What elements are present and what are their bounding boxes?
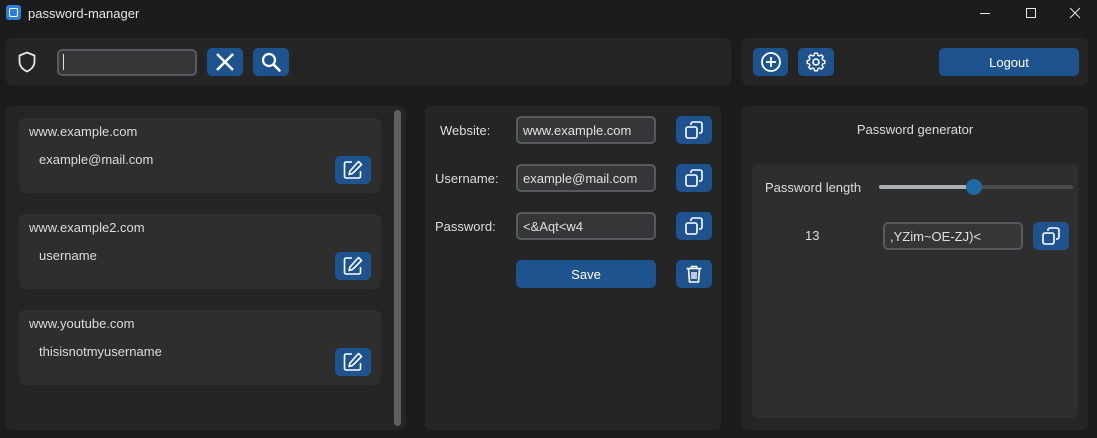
generator-panel: Password generator Password length 13 ,Y…: [742, 106, 1088, 430]
edit-icon: [343, 160, 363, 179]
shield-icon: [17, 51, 37, 73]
list-item[interactable]: www.example2.com username: [19, 214, 381, 289]
edit-icon: [343, 256, 363, 275]
clear-icon: [216, 53, 234, 71]
copy-password-button[interactable]: [676, 212, 712, 240]
entry-username: example@mail.com: [39, 152, 154, 167]
app-icon: [6, 5, 21, 20]
text-cursor: [63, 54, 64, 70]
copy-website-button[interactable]: [676, 116, 712, 144]
entry-username: username: [39, 248, 97, 263]
edit-entry-button[interactable]: [335, 252, 371, 280]
settings-button[interactable]: [798, 48, 834, 76]
trash-icon: [686, 265, 702, 283]
edit-icon: [343, 352, 363, 371]
length-slider[interactable]: [879, 179, 1073, 195]
minimize-icon: [980, 13, 990, 14]
plus-circle-icon: [760, 52, 781, 72]
actions-panel: Logout: [742, 38, 1088, 85]
password-field[interactable]: <&Aqt<w4: [516, 212, 656, 240]
search-button[interactable]: [253, 48, 289, 76]
close-icon: [1069, 7, 1081, 19]
maximize-icon: [1026, 8, 1036, 18]
list-item[interactable]: www.example.com example@mail.com: [19, 118, 381, 193]
search-input[interactable]: [57, 49, 197, 76]
list-item[interactable]: www.youtube.com thisisnotmyusername: [19, 310, 381, 385]
copy-username-button[interactable]: [676, 164, 712, 192]
website-label: Website:: [440, 123, 491, 138]
add-entry-button[interactable]: [753, 48, 788, 76]
copy-icon: [685, 217, 703, 235]
generator-card: Password length 13 ,YZim~OE-ZJ)<: [752, 164, 1078, 418]
title-bar: password-manager: [0, 0, 1097, 26]
copy-icon: [685, 169, 703, 187]
edit-entry-button[interactable]: [335, 348, 371, 376]
username-label: Username:: [435, 171, 499, 186]
slider-thumb[interactable]: [966, 179, 983, 195]
entry-website: www.youtube.com: [29, 316, 135, 331]
window-title: password-manager: [28, 6, 140, 21]
copy-generated-button[interactable]: [1033, 222, 1069, 250]
website-field[interactable]: www.example.com: [516, 116, 656, 144]
details-panel: Website: www.example.com Username: examp…: [425, 106, 721, 430]
password-length-label: Password length: [765, 180, 862, 195]
gear-icon: [806, 52, 826, 72]
scrollbar[interactable]: [394, 110, 401, 426]
generator-title: Password generator: [856, 122, 974, 137]
entry-website: www.example2.com: [29, 220, 145, 235]
username-field[interactable]: example@mail.com: [516, 164, 656, 192]
entries-panel: www.example.com example@mail.com www.exa…: [6, 106, 406, 430]
minimize-button[interactable]: [962, 0, 1008, 26]
generated-password-field[interactable]: ,YZim~OE-ZJ)<: [883, 222, 1023, 250]
delete-button[interactable]: [676, 260, 712, 288]
slider-fill: [879, 185, 975, 189]
copy-icon: [1042, 227, 1060, 245]
close-window-button[interactable]: [1052, 0, 1097, 26]
logout-button[interactable]: Logout: [939, 48, 1079, 76]
password-length-value: 13: [805, 228, 820, 243]
save-button[interactable]: Save: [516, 260, 656, 288]
entry-website: www.example.com: [29, 124, 138, 139]
search-bar-panel: [6, 38, 731, 85]
entry-username: thisisnotmyusername: [39, 344, 162, 359]
password-label: Password:: [435, 219, 496, 234]
clear-search-button[interactable]: [207, 48, 243, 76]
maximize-button[interactable]: [1008, 0, 1054, 26]
search-icon: [261, 52, 281, 72]
copy-icon: [685, 121, 703, 139]
edit-entry-button[interactable]: [335, 156, 371, 184]
